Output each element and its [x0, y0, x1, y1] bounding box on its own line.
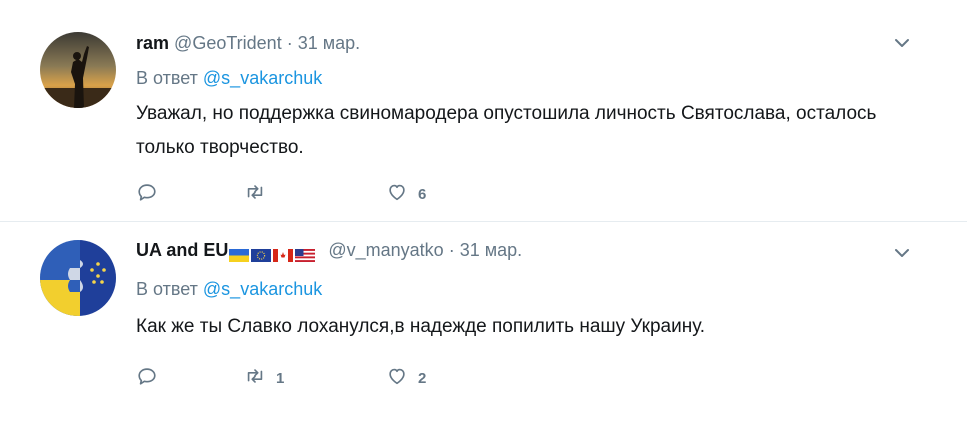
reply-icon	[136, 181, 158, 208]
like-icon	[386, 365, 408, 392]
reply-prefix: В ответ	[136, 279, 198, 299]
caret-down-icon[interactable]	[893, 34, 911, 52]
canada-flag-icon	[273, 246, 294, 262]
caret-down-icon[interactable]	[893, 244, 911, 262]
reply-icon	[136, 365, 158, 392]
usa-flag-icon	[295, 246, 316, 262]
tweet-text: Уважал, но поддержка свиномародера опуст…	[136, 103, 877, 158]
separator: ·	[286, 33, 293, 53]
like-count: 2	[418, 369, 427, 387]
tweet: UA and EU @v_manyatko · 31 мар. В ответ …	[0, 222, 967, 436]
tweet-text: Как же ты Славко лоханулся,в надежде поп…	[136, 316, 706, 337]
retweet-count: 1	[276, 369, 285, 387]
tweet-header: ram @GeoTrident · 31 мар.	[136, 33, 360, 54]
retweet-icon	[244, 181, 266, 208]
reply-button[interactable]	[136, 182, 158, 206]
flag-emojis	[229, 241, 317, 262]
reply-mention[interactable]: @s_vakarchuk	[203, 279, 322, 299]
like-button[interactable]: 6	[386, 182, 426, 206]
display-name[interactable]: UA and EU	[136, 240, 228, 260]
timestamp[interactable]: 31 мар.	[298, 33, 360, 53]
tweet: ram @GeoTrident · 31 мар. В ответ @s_vak…	[0, 0, 967, 222]
avatar[interactable]	[40, 32, 116, 108]
separator: ·	[448, 240, 455, 260]
user-handle[interactable]: @GeoTrident	[174, 33, 282, 53]
like-count: 6	[418, 185, 427, 203]
avatar[interactable]	[40, 240, 116, 316]
retweet-button[interactable]: 1	[244, 366, 284, 390]
reply-mention[interactable]: @s_vakarchuk	[203, 68, 322, 88]
retweet-icon	[244, 365, 266, 392]
display-name[interactable]: ram	[136, 33, 169, 53]
retweet-button[interactable]	[244, 182, 276, 206]
reply-button[interactable]	[136, 366, 158, 390]
timestamp[interactable]: 31 мар.	[460, 240, 522, 260]
ukraine-flag-icon	[229, 246, 250, 262]
reply-context: В ответ @s_vakarchuk	[136, 279, 322, 300]
eu-flag-icon	[251, 246, 272, 262]
reply-context: В ответ @s_vakarchuk	[136, 68, 322, 89]
reply-prefix: В ответ	[136, 68, 198, 88]
tweet-header: UA and EU @v_manyatko · 31 мар.	[136, 240, 522, 262]
user-handle[interactable]: @v_manyatko	[328, 240, 443, 260]
like-icon	[386, 181, 408, 208]
like-button[interactable]: 2	[386, 366, 426, 390]
